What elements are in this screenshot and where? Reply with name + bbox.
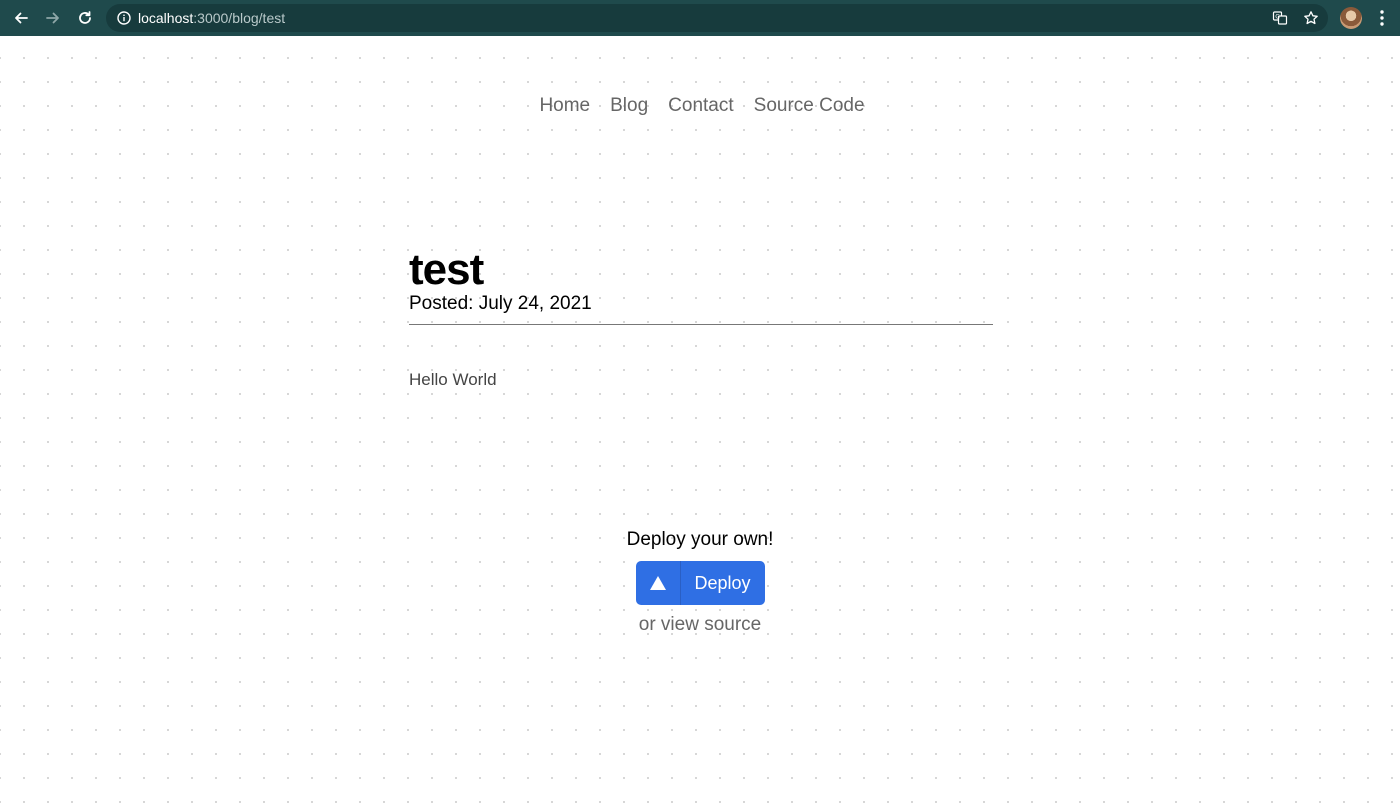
post-title: test [409, 245, 484, 294]
post-divider [409, 324, 993, 325]
translate-icon[interactable]: G [1272, 10, 1288, 26]
nav-link-home[interactable]: Home [539, 94, 590, 118]
svg-text:G: G [1275, 14, 1280, 21]
deploy-heading: Deploy your own! [626, 529, 774, 550]
vercel-triangle-icon [636, 561, 681, 605]
blog-post: test Posted: July 24, 2021 Hello World [409, 244, 993, 408]
url-text[interactable]: localhost:3000/blog/test [138, 10, 285, 26]
nav-link-blog[interactable]: Blog [610, 94, 648, 118]
nav-link-source-code[interactable]: Source Code [754, 94, 865, 118]
page-content: Home Blog Contact Source Code test Poste… [0, 36, 1400, 805]
bookmark-star-icon[interactable] [1303, 10, 1319, 26]
post-date: Posted: July 24, 2021 [409, 293, 592, 314]
more-menu-icon[interactable] [1374, 8, 1390, 28]
site-info-icon[interactable] [116, 10, 132, 26]
reload-icon[interactable] [75, 8, 95, 28]
deploy-section: Deploy your own! Deploy or view source [0, 528, 1400, 637]
forward-icon[interactable] [43, 8, 63, 28]
back-icon[interactable] [11, 8, 31, 28]
profile-avatar[interactable] [1340, 7, 1362, 29]
deploy-button-label: Deploy [694, 572, 751, 593]
nav-link-contact[interactable]: Contact [668, 94, 733, 118]
view-source-link[interactable]: or view source [0, 613, 1400, 637]
site-nav: Home Blog Contact Source Code [0, 94, 1400, 118]
post-body: Hello World [409, 370, 497, 389]
address-bar[interactable]: localhost:3000/blog/test G [106, 4, 1328, 32]
deploy-button[interactable]: Deploy [635, 561, 765, 605]
browser-toolbar: localhost:3000/blog/test G [0, 0, 1400, 36]
